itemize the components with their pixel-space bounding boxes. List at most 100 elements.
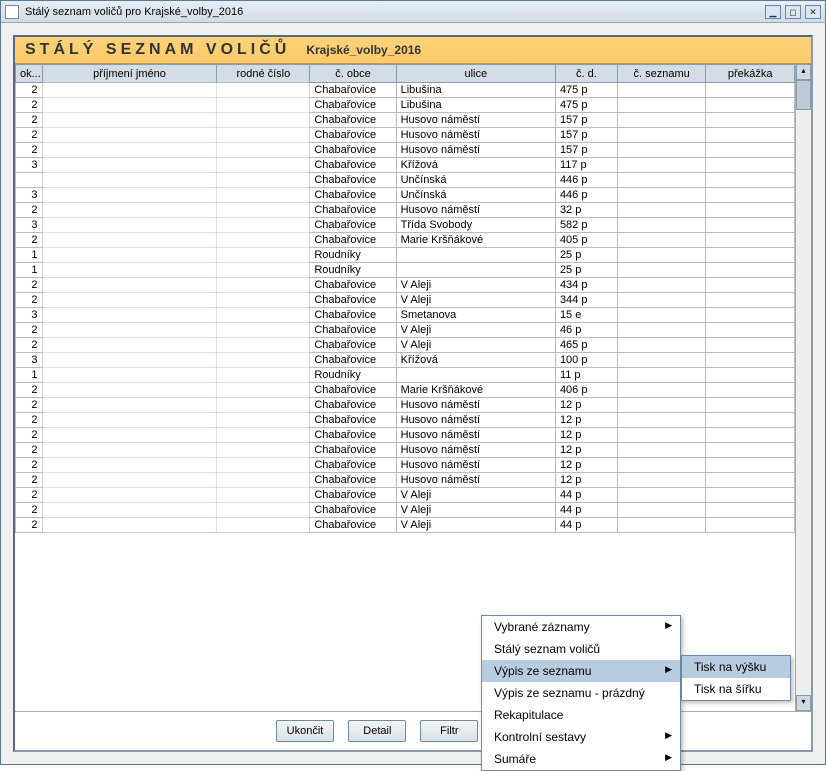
cell-prek xyxy=(706,473,795,488)
cell-rc: ████ xyxy=(217,323,310,338)
cell-csez xyxy=(617,458,706,473)
col-csez[interactable]: č. seznamu xyxy=(617,65,706,83)
cell-ulice xyxy=(396,263,555,278)
table-row[interactable]: 3████████ChabařoviceTřída Svobody582 p xyxy=(16,218,795,233)
scroll-up-icon[interactable]: ▴ xyxy=(796,64,811,80)
table-row[interactable]: 2████████ChabařoviceHusovo náměstí157 p xyxy=(16,113,795,128)
menu-sumare[interactable]: Sumáře ▶ xyxy=(482,748,680,770)
cell-ok: 2 xyxy=(16,323,43,338)
filtr-button[interactable]: Filtr xyxy=(420,720,478,742)
inner-panel: STÁLÝ SEZNAM VOLIČŮ Krajské_volby_2016 o… xyxy=(13,35,813,752)
maximize-icon[interactable]: ◻ xyxy=(785,5,801,19)
table-row[interactable]: 2████████ChabařoviceHusovo náměstí157 p xyxy=(16,143,795,158)
table-row[interactable]: 3████████ChabařoviceUnčínská446 p xyxy=(16,188,795,203)
cell-csez xyxy=(617,173,706,188)
cell-csez xyxy=(617,308,706,323)
cell-ulice: Husovo náměstí xyxy=(396,113,555,128)
col-rc[interactable]: rodné číslo xyxy=(217,65,310,83)
cell-rc: ████ xyxy=(217,128,310,143)
scroll-thumb[interactable] xyxy=(796,80,811,110)
table-row[interactable]: 2████████ChabařoviceHusovo náměstí12 p xyxy=(16,443,795,458)
cell-prek xyxy=(706,353,795,368)
cell-csez xyxy=(617,323,706,338)
table-row[interactable]: 2████████ChabařoviceV Aleji434 p xyxy=(16,278,795,293)
cell-ulice: Husovo náměstí xyxy=(396,143,555,158)
cell-obec: Chabařovice xyxy=(310,458,396,473)
cell-csez xyxy=(617,398,706,413)
vypis-submenu[interactable]: Tisk na výšku Tisk na šířku xyxy=(681,655,791,701)
close-icon[interactable]: ✕ xyxy=(805,5,821,19)
menu-rekapitulace-label: Rekapitulace xyxy=(494,708,563,722)
scroll-track[interactable] xyxy=(796,80,811,695)
scroll-down-icon[interactable]: ▾ xyxy=(796,695,811,711)
chevron-right-icon: ▶ xyxy=(665,730,672,741)
submenu-vysku[interactable]: Tisk na výšku xyxy=(682,656,790,678)
table-header-row: ok... příjmení jméno rodné číslo č. obce… xyxy=(16,65,795,83)
cell-name: ████ xyxy=(42,473,217,488)
table-row[interactable]: 2████████ChabařoviceV Aleji44 p xyxy=(16,518,795,533)
menu-staly[interactable]: Stálý seznam voličů xyxy=(482,638,680,660)
table-row[interactable]: 2████████ChabařoviceLibušina475 p xyxy=(16,83,795,98)
cell-cd: 12 p xyxy=(555,473,617,488)
cell-name: ████ xyxy=(42,173,217,188)
table-row[interactable]: 2████████ChabařoviceV Aleji44 p xyxy=(16,488,795,503)
cell-name: ████ xyxy=(42,278,217,293)
page-title: STÁLÝ SEZNAM VOLIČŮ Krajské_volby_2016 xyxy=(15,37,811,64)
table-row[interactable]: 2████████ChabařoviceLibušina475 p xyxy=(16,98,795,113)
submenu-sirku[interactable]: Tisk na šířku xyxy=(682,678,790,700)
table-row[interactable]: 3████████ChabařoviceKřížová117 p xyxy=(16,158,795,173)
table-row[interactable]: 2████████ChabařoviceHusovo náměstí12 p xyxy=(16,398,795,413)
table-row[interactable]: 1████████Roudníky11 p xyxy=(16,368,795,383)
titlebar[interactable]: Stálý seznam voličů pro Krajské_volby_20… xyxy=(1,1,825,23)
cell-ok: 2 xyxy=(16,458,43,473)
table-row[interactable]: 2████████ChabařoviceHusovo náměstí12 p xyxy=(16,428,795,443)
col-prek[interactable]: překážka xyxy=(706,65,795,83)
vertical-scrollbar[interactable]: ▴ ▾ xyxy=(795,64,811,711)
table-wrap: ok... příjmení jméno rodné číslo č. obce… xyxy=(15,64,811,711)
table-row[interactable]: 2████████ChabařoviceMarie Kršňákové406 p xyxy=(16,383,795,398)
table-row[interactable]: 2████████ChabařoviceV Aleji344 p xyxy=(16,293,795,308)
menu-vybrane[interactable]: Vybrané záznamy ▶ xyxy=(482,616,680,638)
cell-name: ████ xyxy=(42,233,217,248)
cell-cd: 32 p xyxy=(555,203,617,218)
col-ok[interactable]: ok... xyxy=(16,65,43,83)
cell-ok: 2 xyxy=(16,338,43,353)
cell-name: ████ xyxy=(42,353,217,368)
cell-csez xyxy=(617,98,706,113)
table-row[interactable]: 1████████Roudníky25 p xyxy=(16,248,795,263)
menu-vypis-prazdny[interactable]: Výpis ze seznamu - prázdný xyxy=(482,682,680,704)
table-row[interactable]: 1████████Roudníky25 p xyxy=(16,263,795,278)
cell-ulice: Husovo náměstí xyxy=(396,428,555,443)
cell-cd: 582 p xyxy=(555,218,617,233)
tisk-menu[interactable]: Vybrané záznamy ▶ Stálý seznam voličů Vý… xyxy=(481,615,681,771)
table-row[interactable]: 2████████ChabařoviceV Aleji46 p xyxy=(16,323,795,338)
detail-button[interactable]: Detail xyxy=(348,720,406,742)
cell-name: ████ xyxy=(42,503,217,518)
table-row[interactable]: 2████████ChabařoviceHusovo náměstí157 p xyxy=(16,128,795,143)
table-row[interactable]: 2████████ChabařoviceHusovo náměstí12 p xyxy=(16,413,795,428)
col-cd[interactable]: č. d. xyxy=(555,65,617,83)
cell-csez xyxy=(617,443,706,458)
table-row[interactable]: 3████████ChabařoviceSmetanova15 e xyxy=(16,308,795,323)
table-row[interactable]: 2████████ChabařoviceV Aleji465 p xyxy=(16,338,795,353)
table-row[interactable]: 2████████ChabařoviceMarie Kršňákové405 p xyxy=(16,233,795,248)
cell-ulice: V Aleji xyxy=(396,503,555,518)
cell-name: ████ xyxy=(42,398,217,413)
table-row[interactable]: ████████ChabařoviceUnčínská446 p xyxy=(16,173,795,188)
table-row[interactable]: 2████████ChabařoviceV Aleji44 p xyxy=(16,503,795,518)
minimize-icon[interactable]: ▁ xyxy=(765,5,781,19)
cell-rc: ████ xyxy=(217,98,310,113)
col-name[interactable]: příjmení jméno xyxy=(42,65,217,83)
col-obec[interactable]: č. obce xyxy=(310,65,396,83)
menu-vypis-label: Výpis ze seznamu xyxy=(494,664,591,678)
table-row[interactable]: 3████████ChabařoviceKřížová100 p xyxy=(16,353,795,368)
ukoncit-button[interactable]: Ukončit xyxy=(276,720,335,742)
menu-vypis[interactable]: Výpis ze seznamu ▶ xyxy=(482,660,680,682)
cell-prek xyxy=(706,443,795,458)
table-row[interactable]: 2████████ChabařoviceHusovo náměstí12 p xyxy=(16,458,795,473)
table-row[interactable]: 2████████ChabařoviceHusovo náměstí32 p xyxy=(16,203,795,218)
table-row[interactable]: 2████████ChabařoviceHusovo náměstí12 p xyxy=(16,473,795,488)
menu-kontrolni[interactable]: Kontrolní sestavy ▶ xyxy=(482,726,680,748)
menu-rekapitulace[interactable]: Rekapitulace xyxy=(482,704,680,726)
col-ulice[interactable]: ulice xyxy=(396,65,555,83)
